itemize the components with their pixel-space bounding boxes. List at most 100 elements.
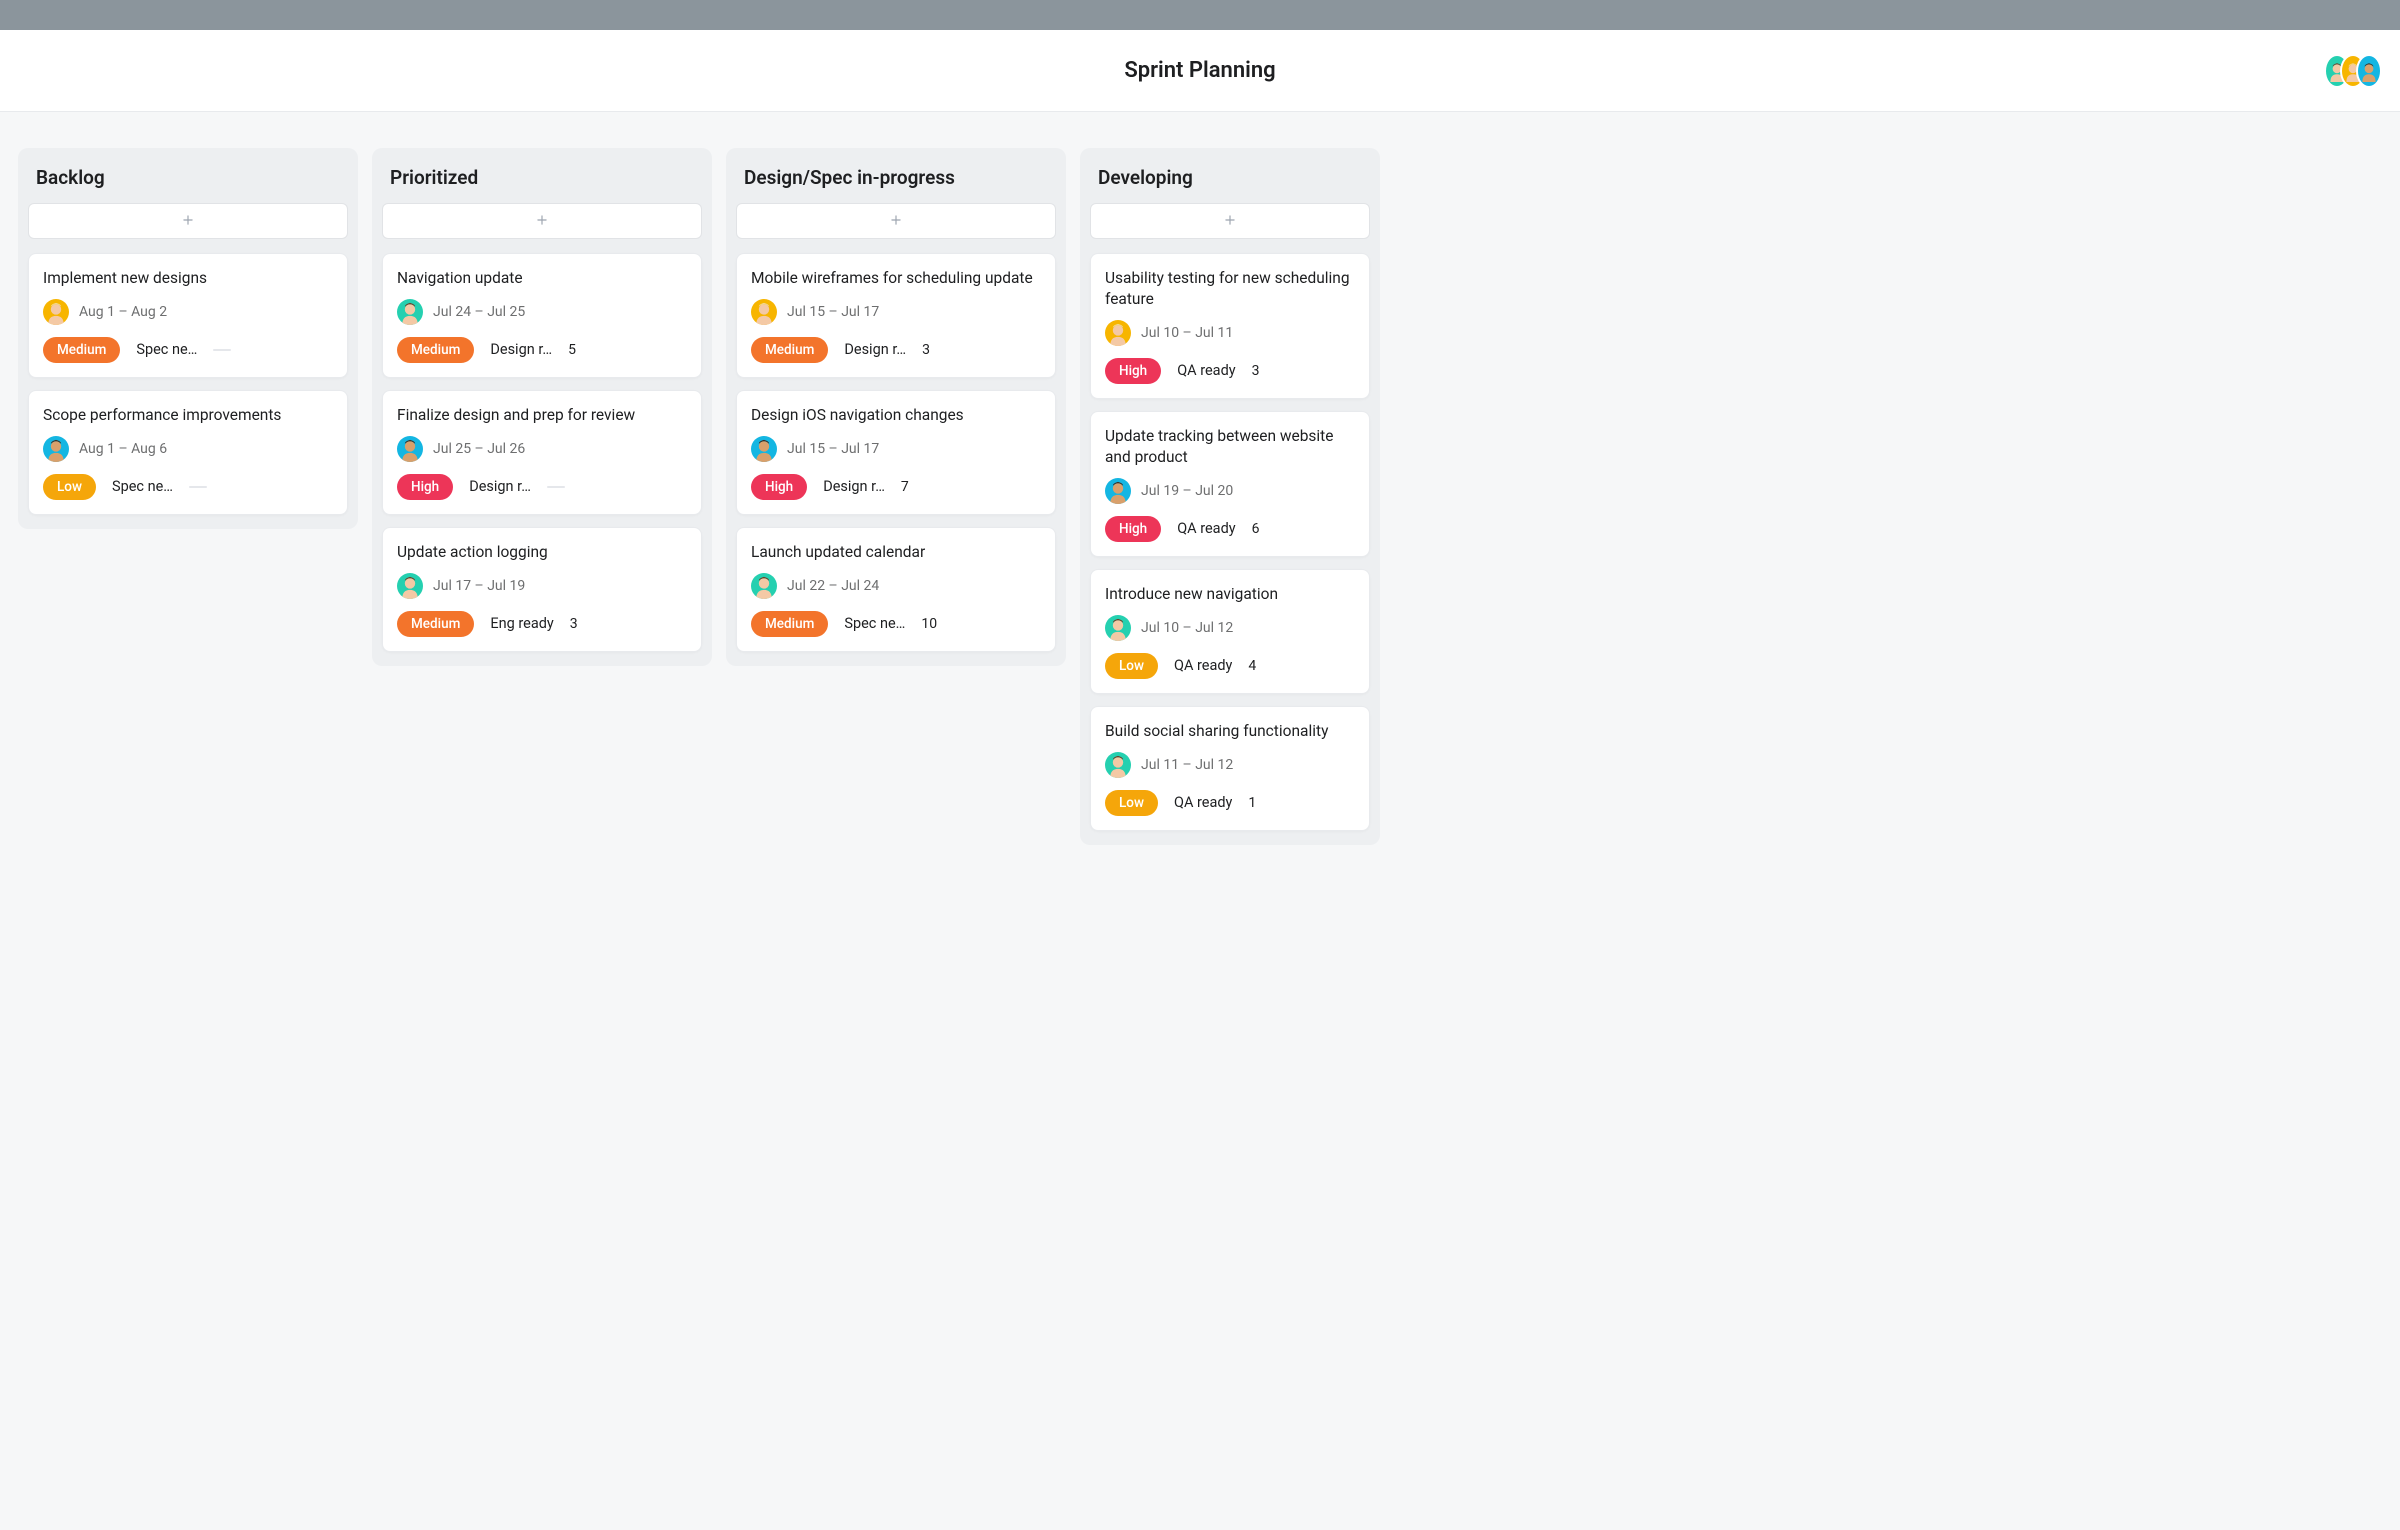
card-title: Launch updated calendar <box>751 542 1041 563</box>
card-dates: Jul 19 – Jul 20 <box>1141 483 1233 499</box>
priority-pill: Low <box>1105 790 1158 816</box>
priority-pill: High <box>397 474 453 500</box>
priority-pill: High <box>1105 358 1161 384</box>
card-tags-row: HighQA ready3 <box>1105 358 1355 384</box>
card-meta-row: Jul 22 – Jul 24 <box>751 573 1041 599</box>
priority-pill: Low <box>43 474 96 500</box>
card-status: QA ready <box>1174 657 1232 674</box>
card-dates: Jul 15 – Jul 17 <box>787 304 879 320</box>
priority-pill: Medium <box>397 337 474 363</box>
column-cards: Usability testing for new scheduling fea… <box>1090 253 1370 831</box>
column-title: Backlog <box>28 162 348 203</box>
card-status: QA ready <box>1177 520 1235 537</box>
card-status: Design r… <box>469 478 531 495</box>
add-card-button[interactable] <box>28 203 348 239</box>
card-tags-row: HighDesign r…7 <box>751 474 1041 500</box>
card-status: Spec ne… <box>136 341 197 358</box>
card-count: 3 <box>1252 363 1266 379</box>
card-status: Design r… <box>490 341 552 358</box>
card-tags-row: High QA ready 6 <box>1105 516 1355 542</box>
card-dates: Jul 22 – Jul 24 <box>787 578 879 594</box>
card-dates: Jul 24 – Jul 25 <box>433 304 525 320</box>
avatar[interactable] <box>1105 478 1131 504</box>
task-card[interactable]: Navigation update Jul 24 – Jul 25 Medium D… <box>382 253 702 378</box>
task-card[interactable]: Mobile wireframes for scheduling update … <box>736 253 1056 378</box>
task-card[interactable]: Finalize design and prep for review Jul … <box>382 390 702 515</box>
task-card[interactable]: Introduce new navigation Jul 10 – Jul 12… <box>1090 569 1370 694</box>
task-card[interactable]: Update tracking between website and prod… <box>1090 411 1370 557</box>
priority-pill: Low <box>1105 653 1158 679</box>
card-dates: Jul 25 – Jul 26 <box>433 441 525 457</box>
card-title: Mobile wireframes for scheduling update <box>751 268 1041 289</box>
column-title: Developing <box>1090 162 1370 203</box>
card-tags-row: MediumDesign r…3 <box>751 337 1041 363</box>
card-tags-row: High Design r… <box>397 474 687 500</box>
project-members[interactable] <box>2324 54 2382 88</box>
priority-pill: Medium <box>751 337 828 363</box>
avatar[interactable] <box>751 573 777 599</box>
card-title: Introduce new navigation <box>1105 584 1355 605</box>
task-card[interactable]: Build social sharing functionality Jul 1… <box>1090 706 1370 831</box>
avatar[interactable] <box>2356 54 2382 88</box>
card-status: QA ready <box>1174 794 1232 811</box>
avatar[interactable] <box>1105 615 1131 641</box>
avatar[interactable] <box>397 573 423 599</box>
card-count: 5 <box>568 342 582 358</box>
add-card-button[interactable] <box>736 203 1056 239</box>
card-meta-row: Jul 17 – Jul 19 <box>397 573 687 599</box>
card-title: Update action logging <box>397 542 687 563</box>
plus-icon <box>889 212 903 231</box>
task-card[interactable]: Scope performance improvements Aug 1 – A… <box>28 390 348 515</box>
task-card[interactable]: Launch updated calendar Jul 22 – Jul 24 M… <box>736 527 1056 652</box>
card-count: 6 <box>1252 521 1266 537</box>
task-card[interactable]: Usability testing for new scheduling fea… <box>1090 253 1370 399</box>
board-column: Backlog Implement new designs Aug 1 – Au… <box>18 148 358 529</box>
column-cards: Implement new designs Aug 1 – Aug 2Mediu… <box>28 253 348 515</box>
card-dates: Aug 1 – Aug 6 <box>79 441 167 457</box>
card-tags-row: Low Spec ne… <box>43 474 333 500</box>
avatar[interactable] <box>397 436 423 462</box>
page-title: Sprint Planning <box>1124 58 1275 83</box>
card-tags-row: MediumSpec ne… <box>43 337 333 363</box>
add-card-button[interactable] <box>382 203 702 239</box>
avatar[interactable] <box>397 299 423 325</box>
card-count: 1 <box>1248 795 1262 811</box>
card-status: Eng ready <box>490 615 553 632</box>
avatar[interactable] <box>751 299 777 325</box>
card-tags-row: Medium Spec ne… 10 <box>751 611 1041 637</box>
avatar[interactable] <box>43 299 69 325</box>
empty-field-placeholder <box>213 349 231 351</box>
column-cards: Navigation update Jul 24 – Jul 25 Medium D… <box>382 253 702 652</box>
empty-field-placeholder <box>189 486 207 488</box>
card-meta-row: Aug 1 – Aug 6 <box>43 436 333 462</box>
card-title: Navigation update <box>397 268 687 289</box>
card-count: 10 <box>921 616 937 632</box>
card-dates: Jul 15 – Jul 17 <box>787 441 879 457</box>
card-status: Spec ne… <box>844 615 905 632</box>
empty-field-placeholder <box>547 486 565 488</box>
card-meta-row: Jul 24 – Jul 25 <box>397 299 687 325</box>
card-title: Update tracking between website and prod… <box>1105 426 1355 468</box>
avatar[interactable] <box>43 436 69 462</box>
project-header: Sprint Planning <box>0 30 2400 112</box>
add-card-button[interactable] <box>1090 203 1370 239</box>
priority-pill: High <box>1105 516 1161 542</box>
kanban-board: Backlog Implement new designs Aug 1 – Au… <box>0 112 2400 885</box>
card-tags-row: LowQA ready4 <box>1105 653 1355 679</box>
avatar[interactable] <box>751 436 777 462</box>
task-card[interactable]: Design iOS navigation changes Jul 15 – J… <box>736 390 1056 515</box>
card-title: Implement new designs <box>43 268 333 289</box>
task-card[interactable]: Implement new designs Aug 1 – Aug 2Mediu… <box>28 253 348 378</box>
priority-pill: Medium <box>751 611 828 637</box>
column-title: Design/Spec in-progress <box>736 162 1056 203</box>
card-dates: Jul 10 – Jul 12 <box>1141 620 1233 636</box>
card-title: Scope performance improvements <box>43 405 333 426</box>
plus-icon <box>1223 212 1237 231</box>
avatar[interactable] <box>1105 320 1131 346</box>
plus-icon <box>181 212 195 231</box>
card-status: Spec ne… <box>112 478 173 495</box>
avatar[interactable] <box>1105 752 1131 778</box>
task-card[interactable]: Update action logging Jul 17 – Jul 19Med… <box>382 527 702 652</box>
column-title: Prioritized <box>382 162 702 203</box>
card-status: Design r… <box>844 341 906 358</box>
